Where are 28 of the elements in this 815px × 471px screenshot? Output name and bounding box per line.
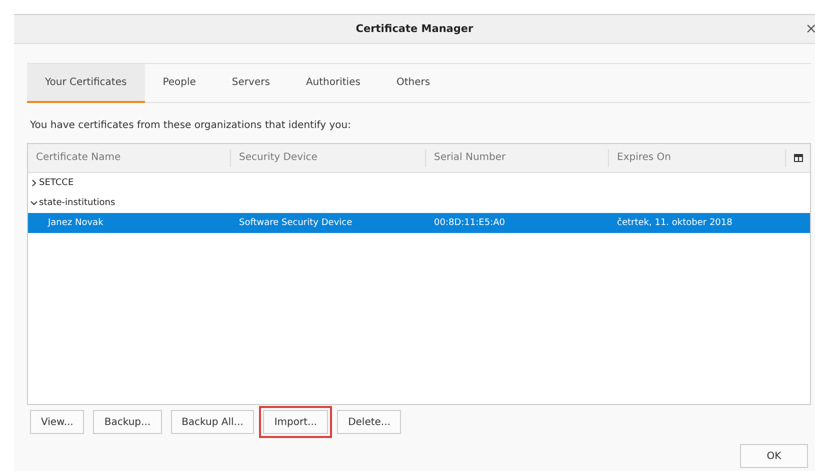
window-title: Certificate Manager bbox=[356, 23, 474, 35]
column-header[interactable]: Expires On bbox=[609, 149, 786, 167]
action-button[interactable]: Backup... bbox=[93, 410, 162, 434]
column-header[interactable]: Security Device bbox=[231, 149, 426, 167]
column-header[interactable]: Certificate Name bbox=[28, 149, 231, 167]
column-header[interactable]: Serial Number bbox=[426, 149, 609, 167]
tab[interactable]: Others bbox=[378, 64, 448, 103]
action-button[interactable]: Delete... bbox=[337, 410, 402, 434]
description-text: You have certificates from these organizations that identify you: bbox=[30, 120, 352, 133]
table-cell-text: četrtek, 11. oktober 2018 bbox=[616, 218, 734, 228]
tree-group[interactable]: state-institutions bbox=[39, 198, 116, 208]
tab[interactable]: Your Certificates bbox=[27, 64, 145, 103]
tab[interactable]: Servers bbox=[214, 64, 288, 103]
column-picker-icon[interactable] bbox=[794, 154, 802, 162]
tab[interactable]: Authorities bbox=[288, 64, 378, 103]
table-cell-text: 00:8D:11:E5:A0 bbox=[433, 218, 506, 228]
table-cell-text: Software Security Device bbox=[238, 218, 354, 228]
table-cell-text: Janez Novak bbox=[46, 218, 104, 228]
close-button[interactable]: × bbox=[805, 21, 815, 37]
tab[interactable]: People bbox=[144, 64, 214, 103]
action-button[interactable]: Import... bbox=[263, 410, 328, 434]
ok-button[interactable]: OK bbox=[740, 444, 808, 468]
table-row[interactable]: Janez Novak Software Security Device 00:8D:11:E5:A0 četrtek, 11. oktober 2018 bbox=[28, 213, 810, 233]
action-button[interactable]: View... bbox=[30, 410, 84, 434]
chevron-down-icon[interactable] bbox=[30, 199, 38, 207]
chevron-right-icon[interactable] bbox=[30, 179, 38, 187]
action-button[interactable]: Backup All... bbox=[170, 410, 254, 434]
tree-group[interactable]: SETCCE bbox=[39, 178, 74, 188]
